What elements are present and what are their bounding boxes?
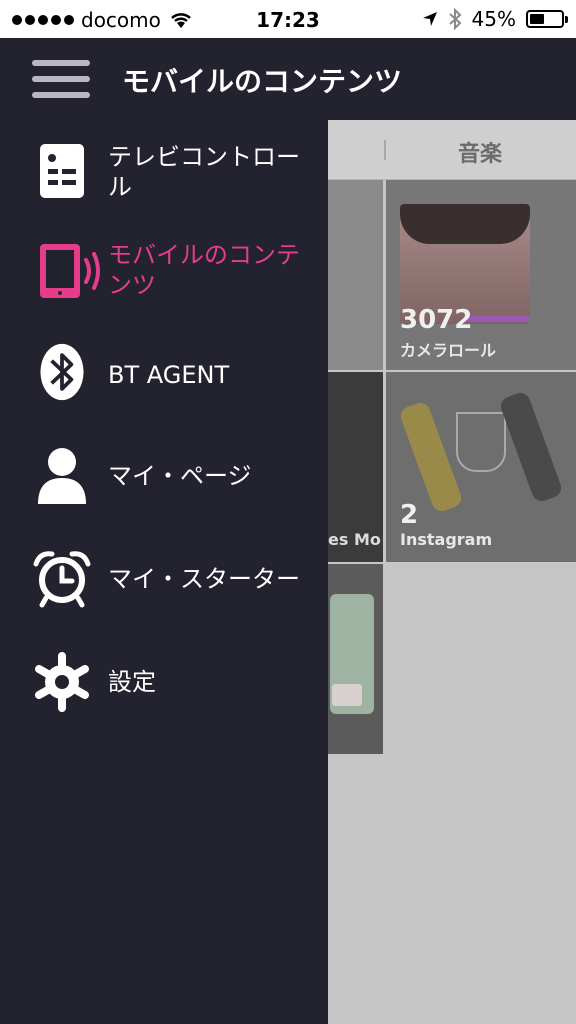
media-tile[interactable] xyxy=(328,180,383,370)
media-tile-instagram[interactable]: 2 Instagram xyxy=(386,372,576,562)
drawer-item-my-page[interactable]: マイ・ページ xyxy=(0,446,328,508)
tab-bar: 音楽 xyxy=(328,120,576,180)
tile-label: Instagram xyxy=(400,530,493,549)
photo-detail xyxy=(398,400,464,514)
page-title: モバイルのコンテンツ xyxy=(122,65,403,98)
gear-icon xyxy=(35,652,89,712)
drawer-item-label: 設定 xyxy=(108,668,156,696)
tile-label: カメラロール xyxy=(400,341,497,360)
location-arrow-icon xyxy=(422,12,437,26)
photo-detail xyxy=(498,390,564,504)
drawer-item-my-starter[interactable]: マイ・スターター xyxy=(0,548,328,612)
hamburger-menu-icon[interactable] xyxy=(32,60,90,98)
battery-percent: 45% xyxy=(471,7,516,31)
navigation-drawer: テレビコントロール モバイルのコンテンツ BT AGENT マイ・ページ マイ・… xyxy=(0,120,328,1024)
media-tile[interactable]: es Mo xyxy=(328,372,383,562)
tab-music[interactable]: 音楽 xyxy=(384,136,576,168)
media-tile-camera-roll[interactable]: 3072 カメラロール xyxy=(386,180,576,370)
bluetooth-icon xyxy=(40,343,84,401)
drawer-item-label: マイ・スターター xyxy=(108,565,300,593)
user-icon xyxy=(38,448,86,504)
status-right: 45% xyxy=(422,7,568,31)
photo-detail xyxy=(400,204,530,244)
bluetooth-status-icon xyxy=(448,8,461,30)
drawer-item-label: テレビコントロール xyxy=(108,143,300,201)
drawer-item-settings[interactable]: 設定 xyxy=(0,652,328,714)
photo-detail xyxy=(456,412,506,472)
drawer-item-label: マイ・ページ xyxy=(108,462,252,490)
tile-accent-bar xyxy=(466,316,530,322)
drawer-item-label: モバイルのコンテンツ xyxy=(108,241,300,299)
drawer-item-tv-control[interactable]: テレビコントロール xyxy=(0,140,328,230)
drawer-item-bt-agent[interactable]: BT AGENT xyxy=(0,342,328,408)
tile-count: 3072 xyxy=(400,305,473,335)
alarm-clock-icon xyxy=(33,551,91,608)
app-header: モバイルのコンテンツ xyxy=(0,38,576,120)
drawer-item-mobile-content[interactable]: モバイルのコンテンツ xyxy=(0,240,328,310)
battery-icon xyxy=(526,10,568,28)
tile-label-partial: es Mo xyxy=(328,530,381,549)
background-content: 音楽 3072 カメラロール es Mo 2 Instagram xyxy=(328,120,576,1024)
drawer-item-label: BT AGENT xyxy=(108,361,230,389)
tile-count: 2 xyxy=(400,500,419,530)
remote-control-icon xyxy=(40,144,84,198)
status-bar: docomo 17:23 45% xyxy=(0,0,576,38)
media-tile[interactable] xyxy=(328,564,383,754)
mobile-content-icon xyxy=(40,244,100,298)
photo-detail xyxy=(332,684,362,706)
